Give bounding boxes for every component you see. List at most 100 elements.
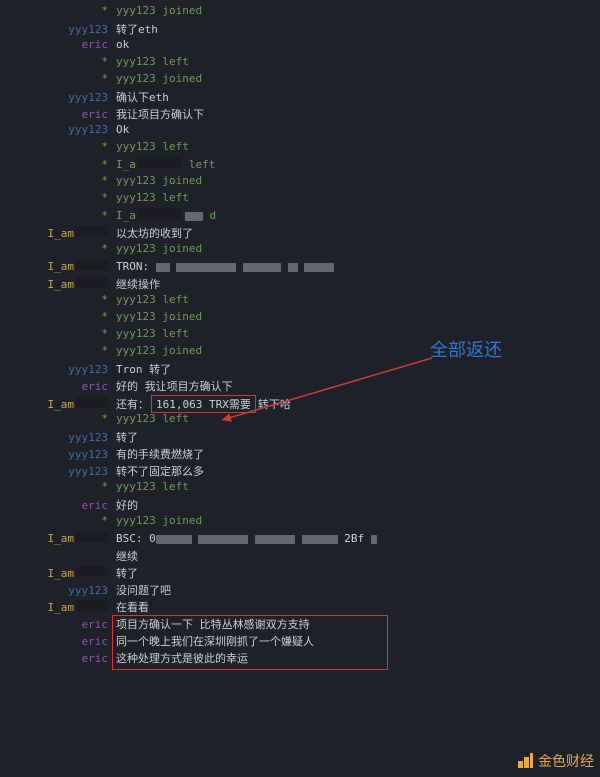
nick: * [6,514,116,527]
watermark-icon [516,752,534,770]
message-text: 没问题了吧 [116,582,600,598]
chat-line: yyy123有的手续费燃烧了 [0,446,600,463]
chat-line: *yyy123 left [0,55,600,72]
chat-line: eric好的 [0,497,600,514]
nick: * [6,480,116,493]
chat-line: *yyy123 joined [0,514,600,531]
nick: * [6,310,116,323]
message-text: yyy123 joined [116,242,600,255]
nick: yyy123 [6,23,116,36]
nick: I_am [6,277,116,291]
nick: * [6,140,116,153]
message-text: 确认下eth [116,89,600,105]
message-text: yyy123 left [116,480,600,493]
message-text: 我让项目方确认下 [116,106,600,122]
nick: I_am [6,259,116,273]
nick: eric [6,635,116,648]
message-text: 继续操作 [116,276,600,292]
nick: eric [6,108,116,121]
chat-line: *yyy123 left [0,140,600,157]
message-text: Ok [116,123,600,136]
nick: * [6,293,116,306]
chat-line: 继续 [0,548,600,565]
nick: * [6,158,116,171]
nick: yyy123 [6,123,116,136]
nick: * [6,174,116,187]
nick: I_am [6,531,116,545]
message-text: I_aleft [116,157,600,171]
chat-line: I_am在看看 [0,599,600,616]
message-text: yyy123 left [116,293,600,306]
nick: yyy123 [6,431,116,444]
chat-line: *yyy123 left [0,293,600,310]
message-text: TRON: [116,260,600,273]
arrow-line [218,358,478,438]
message-text: yyy123 joined [116,174,600,187]
chat-line: *I_a d [0,208,600,225]
nick: * [6,191,116,204]
message-text: 继续 [116,548,600,564]
message-text: 转了eth [116,21,600,37]
message-text: 转不了固定那么多 [116,463,600,479]
nick: * [6,72,116,85]
message-text: 转了 [116,565,600,581]
nick: * [6,242,116,255]
watermark-text: 金色财经 [538,751,594,771]
chat-line: *yyy123 left [0,327,600,344]
chat-line: *yyy123 joined [0,72,600,89]
message-text: yyy123 left [116,140,600,153]
chat-line: *yyy123 joined [0,174,600,191]
message-text: I_a d [116,208,600,222]
nick: I_am [6,566,116,580]
message-text: 在看看 [116,599,600,615]
message-text: ok [116,38,600,51]
message-text: yyy123 joined [116,310,600,323]
nick: yyy123 [6,363,116,376]
chat-line: yyy123转不了固定那么多 [0,463,600,480]
highlight-box-summary [112,615,388,670]
nick: I_am [6,226,116,240]
nick: eric [6,618,116,631]
chat-line: *yyy123 left [0,480,600,497]
chat-line: *yyy123 joined [0,4,600,21]
nick: yyy123 [6,465,116,478]
chat-line: *yyy123 left [0,191,600,208]
message-text: 有的手续费燃烧了 [116,446,600,462]
chat-line: I_amBSC: 0 2Bf [0,531,600,548]
message-text: yyy123 joined [116,72,600,85]
nick: eric [6,380,116,393]
nick: * [6,327,116,340]
nick: I_am [6,600,116,614]
chat-line: *I_aleft [0,157,600,174]
chat-line: *yyy123 joined [0,310,600,327]
nick: I_am [6,397,116,411]
nick: * [6,209,116,222]
message-text: yyy123 joined [116,514,600,527]
chat-line: I_am以太坊的收到了 [0,225,600,242]
nick: * [6,344,116,357]
nick: * [6,4,116,17]
chat-line: yyy123Ok [0,123,600,140]
chat-log: *yyy123 joinedyyy123转了ethericok*yyy123 l… [0,0,600,667]
nick: yyy123 [6,91,116,104]
chat-line: eric我让项目方确认下 [0,106,600,123]
chat-line: yyy123没问题了吧 [0,582,600,599]
chat-line: yyy123确认下eth [0,89,600,106]
message-text: yyy123 joined [116,344,600,357]
message-text: 好的 [116,497,600,513]
nick: * [6,412,116,425]
chat-line: I_amTRON: [0,259,600,276]
nick: yyy123 [6,448,116,461]
message-text: 以太坊的收到了 [116,225,600,241]
nick: * [6,55,116,68]
chat-line: *yyy123 joined [0,242,600,259]
nick: eric [6,38,116,51]
message-text: yyy123 left [116,191,600,204]
nick: eric [6,652,116,665]
chat-line: I_am继续操作 [0,276,600,293]
chat-line: ericok [0,38,600,55]
nick: eric [6,499,116,512]
message-text: yyy123 left [116,327,600,340]
chat-line: I_am转了 [0,565,600,582]
nick: yyy123 [6,584,116,597]
